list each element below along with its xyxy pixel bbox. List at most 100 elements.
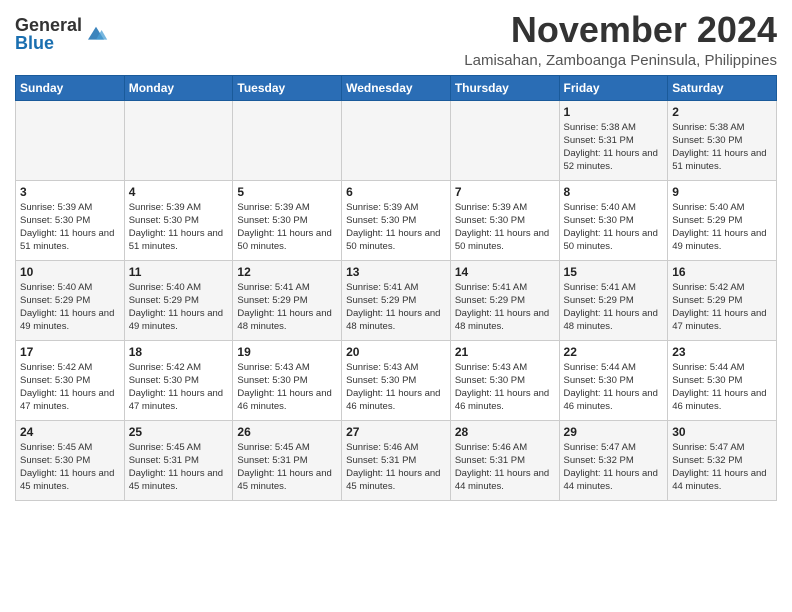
day-number: 5 [237,185,337,199]
day-info: Sunrise: 5:40 AM Sunset: 5:30 PM Dayligh… [564,201,664,254]
calendar-cell [16,100,125,180]
day-info: Sunrise: 5:45 AM Sunset: 5:31 PM Dayligh… [129,441,229,494]
title-block: November 2024 Lamisahan, Zamboanga Penin… [464,10,777,69]
logo-general-text: General [15,16,82,34]
day-info: Sunrise: 5:41 AM Sunset: 5:29 PM Dayligh… [564,281,664,334]
day-info: Sunrise: 5:45 AM Sunset: 5:31 PM Dayligh… [237,441,337,494]
day-number: 12 [237,265,337,279]
day-of-week-header: Saturday [668,75,777,100]
calendar-cell [233,100,342,180]
day-info: Sunrise: 5:42 AM Sunset: 5:30 PM Dayligh… [129,361,229,414]
calendar-table: SundayMondayTuesdayWednesdayThursdayFrid… [15,75,777,501]
calendar-cell: 30 Sunrise: 5:47 AM Sunset: 5:32 PM Dayli… [668,420,777,500]
day-info: Sunrise: 5:42 AM Sunset: 5:30 PM Dayligh… [20,361,120,414]
calendar-cell: 6Sunrise: 5:39 AM Sunset: 5:30 PM Daylig… [342,180,451,260]
day-info: Sunrise: 5:39 AM Sunset: 5:30 PM Dayligh… [20,201,120,254]
day-number: 15 [564,265,664,279]
day-number: 27 [346,425,446,439]
calendar-cell: 8 Sunrise: 5:40 AM Sunset: 5:30 PM Daylig… [559,180,668,260]
day-number: 28 [455,425,555,439]
day-number: 11 [129,265,229,279]
logo: General Blue [15,16,108,52]
day-number: 19 [237,345,337,359]
day-of-week-header: Sunday [16,75,125,100]
day-info: Sunrise: 5:39 AM Sunset: 5:30 PM Dayligh… [455,201,555,254]
day-number: 18 [129,345,229,359]
day-number: 7 [455,185,555,199]
calendar-cell: 18 Sunrise: 5:42 AM Sunset: 5:30 PM Dayli… [124,340,233,420]
day-info: Sunrise: 5:39 AM Sunset: 5:30 PM Dayligh… [129,201,229,254]
day-number: 9 [672,185,772,199]
calendar-cell: 4 Sunrise: 5:39 AM Sunset: 5:30 PM Daylig… [124,180,233,260]
calendar-cell: 7 Sunrise: 5:39 AM Sunset: 5:30 PM Daylig… [450,180,559,260]
day-number: 8 [564,185,664,199]
day-info: Sunrise: 5:41 AM Sunset: 5:29 PM Dayligh… [455,281,555,334]
day-info: Sunrise: 5:43 AM Sunset: 5:30 PM Dayligh… [237,361,337,414]
day-info: Sunrise: 5:40 AM Sunset: 5:29 PM Dayligh… [672,201,772,254]
day-number: 22 [564,345,664,359]
day-info: Sunrise: 5:46 AM Sunset: 5:31 PM Dayligh… [455,441,555,494]
calendar-cell: 14 Sunrise: 5:41 AM Sunset: 5:29 PM Dayli… [450,260,559,340]
calendar-week-row: 10 Sunrise: 5:40 AM Sunset: 5:29 PM Dayli… [16,260,777,340]
day-number: 20 [346,345,446,359]
calendar-body: 1Sunrise: 5:38 AM Sunset: 5:31 PM Daylig… [16,100,777,500]
calendar-cell: 21 Sunrise: 5:43 AM Sunset: 5:30 PM Dayli… [450,340,559,420]
day-info: Sunrise: 5:44 AM Sunset: 5:30 PM Dayligh… [672,361,772,414]
calendar-cell: 26 Sunrise: 5:45 AM Sunset: 5:31 PM Dayli… [233,420,342,500]
day-info: Sunrise: 5:39 AM Sunset: 5:30 PM Dayligh… [237,201,337,254]
calendar-cell: 1Sunrise: 5:38 AM Sunset: 5:31 PM Daylig… [559,100,668,180]
day-info: Sunrise: 5:41 AM Sunset: 5:29 PM Dayligh… [237,281,337,334]
day-number: 4 [129,185,229,199]
calendar-cell: 15 Sunrise: 5:41 AM Sunset: 5:29 PM Dayli… [559,260,668,340]
day-number: 16 [672,265,772,279]
day-number: 17 [20,345,120,359]
day-number: 24 [20,425,120,439]
day-info: Sunrise: 5:38 AM Sunset: 5:31 PM Dayligh… [564,121,664,174]
calendar-cell: 27 Sunrise: 5:46 AM Sunset: 5:31 PM Dayli… [342,420,451,500]
day-info: Sunrise: 5:43 AM Sunset: 5:30 PM Dayligh… [346,361,446,414]
day-number: 29 [564,425,664,439]
day-number: 13 [346,265,446,279]
location-subtitle: Lamisahan, Zamboanga Peninsula, Philippi… [464,52,777,69]
day-number: 10 [20,265,120,279]
calendar-cell: 16 Sunrise: 5:42 AM Sunset: 5:29 PM Dayli… [668,260,777,340]
calendar-cell: 13Sunrise: 5:41 AM Sunset: 5:29 PM Dayli… [342,260,451,340]
calendar-cell: 12 Sunrise: 5:41 AM Sunset: 5:29 PM Dayli… [233,260,342,340]
calendar-header: SundayMondayTuesdayWednesdayThursdayFrid… [16,75,777,100]
day-number: 14 [455,265,555,279]
calendar-cell: 17 Sunrise: 5:42 AM Sunset: 5:30 PM Dayli… [16,340,125,420]
calendar-cell: 19 Sunrise: 5:43 AM Sunset: 5:30 PM Dayli… [233,340,342,420]
calendar-cell: 23Sunrise: 5:44 AM Sunset: 5:30 PM Dayli… [668,340,777,420]
day-of-week-header: Monday [124,75,233,100]
calendar-cell: 24 Sunrise: 5:45 AM Sunset: 5:30 PM Dayli… [16,420,125,500]
day-number: 2 [672,105,772,119]
calendar-cell: 5 Sunrise: 5:39 AM Sunset: 5:30 PM Daylig… [233,180,342,260]
calendar-week-row: 17 Sunrise: 5:42 AM Sunset: 5:30 PM Dayli… [16,340,777,420]
day-info: Sunrise: 5:45 AM Sunset: 5:30 PM Dayligh… [20,441,120,494]
day-info: Sunrise: 5:40 AM Sunset: 5:29 PM Dayligh… [129,281,229,334]
calendar-cell [342,100,451,180]
day-number: 30 [672,425,772,439]
day-info: Sunrise: 5:39 AM Sunset: 5:30 PM Dayligh… [346,201,446,254]
day-info: Sunrise: 5:46 AM Sunset: 5:31 PM Dayligh… [346,441,446,494]
day-number: 3 [20,185,120,199]
day-info: Sunrise: 5:47 AM Sunset: 5:32 PM Dayligh… [672,441,772,494]
day-of-week-header: Wednesday [342,75,451,100]
day-number: 21 [455,345,555,359]
calendar-cell: 11 Sunrise: 5:40 AM Sunset: 5:29 PM Dayli… [124,260,233,340]
calendar-week-row: 1Sunrise: 5:38 AM Sunset: 5:31 PM Daylig… [16,100,777,180]
calendar-cell: 20 Sunrise: 5:43 AM Sunset: 5:30 PM Dayli… [342,340,451,420]
day-of-week-header: Friday [559,75,668,100]
calendar-cell: 2Sunrise: 5:38 AM Sunset: 5:30 PM Daylig… [668,100,777,180]
day-info: Sunrise: 5:47 AM Sunset: 5:32 PM Dayligh… [564,441,664,494]
day-info: Sunrise: 5:43 AM Sunset: 5:30 PM Dayligh… [455,361,555,414]
logo-blue-text: Blue [15,34,82,52]
calendar-week-row: 3 Sunrise: 5:39 AM Sunset: 5:30 PM Daylig… [16,180,777,260]
calendar-cell [124,100,233,180]
logo-icon [84,25,108,43]
day-info: Sunrise: 5:42 AM Sunset: 5:29 PM Dayligh… [672,281,772,334]
day-info: Sunrise: 5:44 AM Sunset: 5:30 PM Dayligh… [564,361,664,414]
day-number: 25 [129,425,229,439]
day-number: 26 [237,425,337,439]
calendar-cell: 22 Sunrise: 5:44 AM Sunset: 5:30 PM Dayli… [559,340,668,420]
